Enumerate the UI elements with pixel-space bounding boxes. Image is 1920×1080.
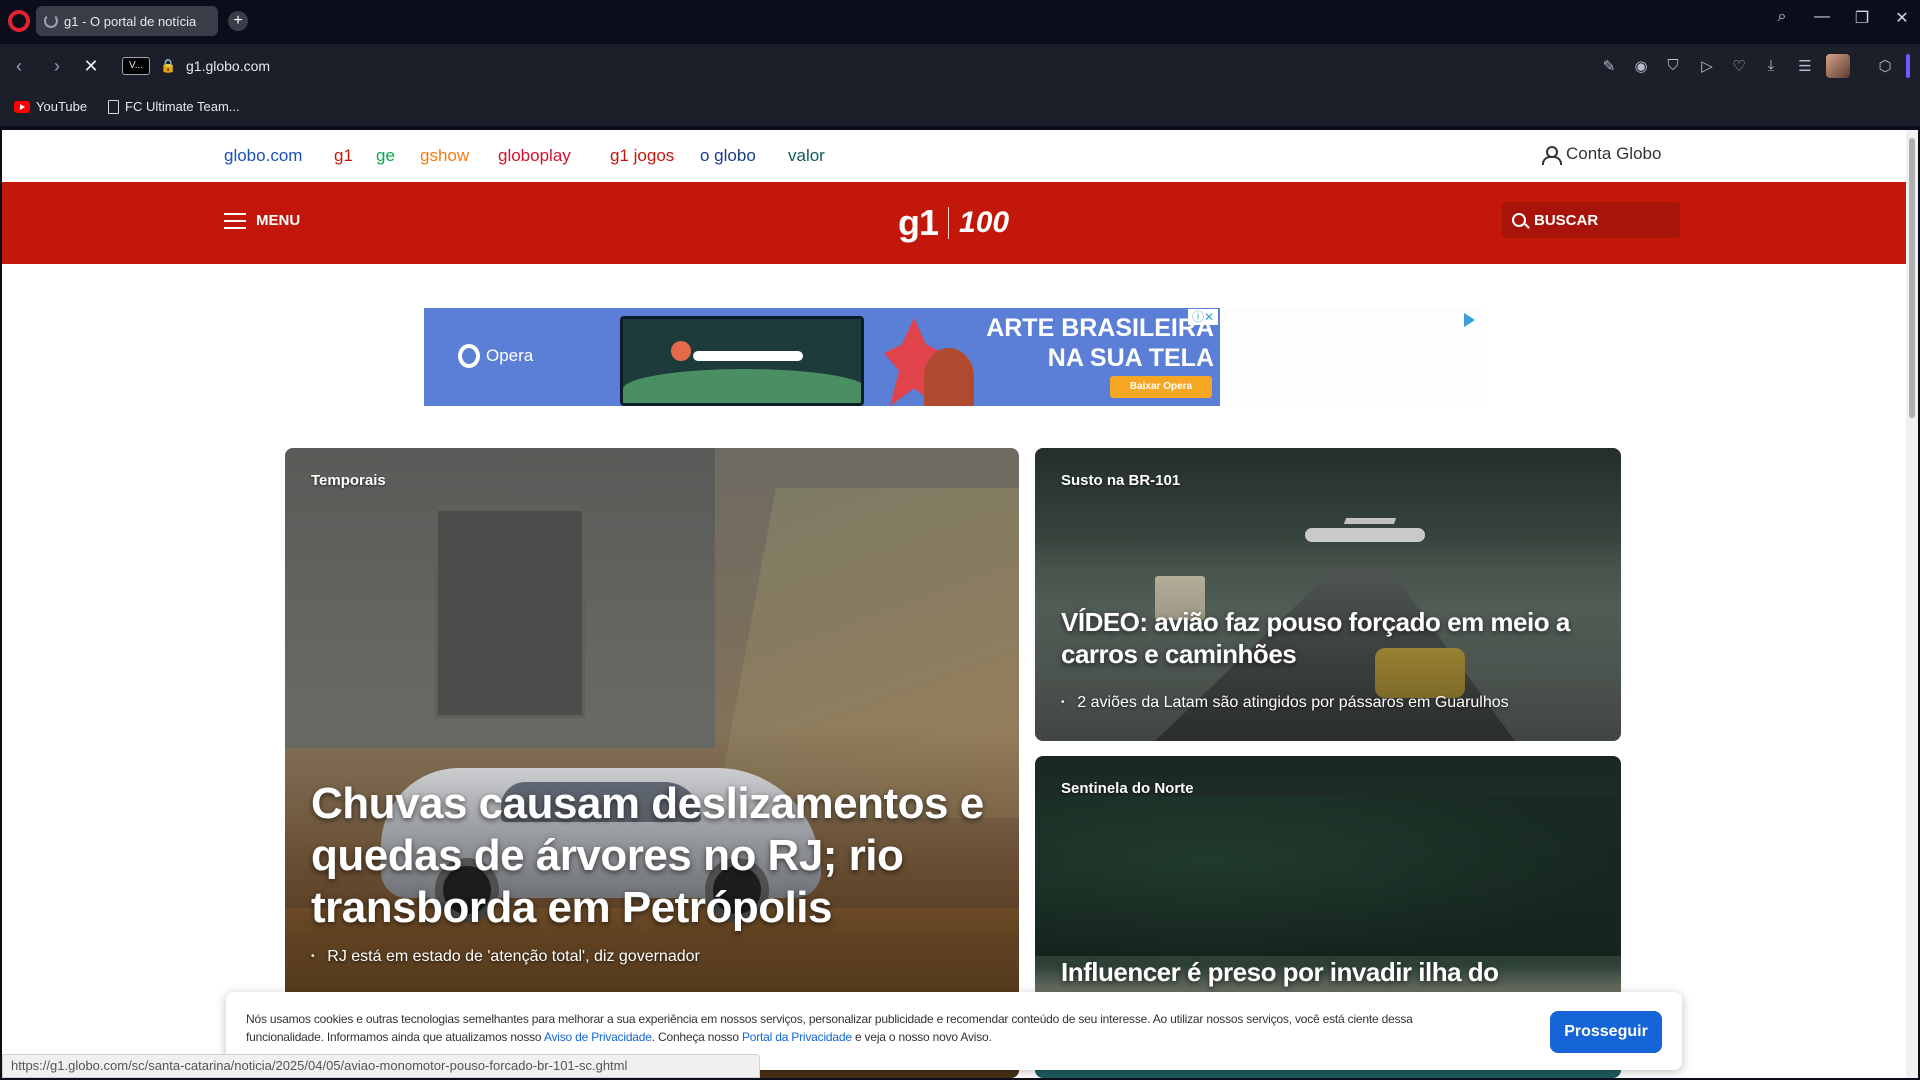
download-icon[interactable]: ⤓	[1760, 57, 1782, 74]
story-related[interactable]: 2 aviões da Latam são atingidos por páss…	[1061, 694, 1508, 712]
privacy-portal-link[interactable]: Portal da Privacidade	[742, 1030, 852, 1044]
extensions-cube-icon[interactable]: ⬡	[1874, 57, 1896, 75]
opera-logo-icon[interactable]	[8, 10, 30, 32]
nav-link-globoplay[interactable]: globoplay	[498, 146, 571, 166]
bookmark-label: FC Ultimate Team...	[125, 99, 240, 114]
minimize-button[interactable]: —	[1808, 8, 1836, 26]
nav-link-o-globo[interactable]: o globo	[700, 146, 756, 166]
back-button[interactable]: ‹	[8, 56, 30, 77]
ad-headline-line2: NA SUA TELA	[1047, 344, 1214, 372]
menu-label: MENU	[256, 212, 301, 229]
address-bar: ‹ › ✕ V... 🔒 g1.globo.com ✎ ◉ ⛉ ▷ ♡ ⤓ ☰ …	[0, 44, 1920, 88]
g1-header: MENU g1 100 BUSCAR	[2, 182, 1906, 264]
nav-link-gshow[interactable]: gshow	[420, 146, 469, 166]
opera-o-icon	[458, 344, 480, 368]
ad-sun-shape	[671, 341, 691, 361]
loading-spinner-icon	[44, 14, 58, 28]
tab-bar: g1 - O portal de notícia + ⌕ — ❐ ✕	[0, 0, 1920, 44]
story-label: Sentinela do Norte	[1061, 780, 1194, 797]
g1-wordmark: g1	[898, 202, 939, 243]
site-badge[interactable]: V...	[122, 57, 150, 75]
forward-button[interactable]: ›	[46, 56, 68, 77]
story-headline[interactable]: VÍDEO: avião faz pouso forçado em meio a…	[1061, 606, 1601, 670]
sidebar-indicator	[1906, 54, 1910, 78]
hamburger-icon	[224, 212, 246, 229]
search-tabs-icon[interactable]: ⌕	[1768, 8, 1796, 26]
page-viewport: globo.com g1 ge gshow globoplay g1 jogos…	[2, 130, 1906, 1078]
story-related[interactable]: RJ está em estado de 'atenção total', di…	[311, 948, 700, 966]
adchoices-play-icon[interactable]	[1464, 313, 1475, 327]
story-headline[interactable]: Chuvas causam deslizamentos e quedas de …	[311, 778, 1011, 934]
cookie-text-3: e veja o nosso novo Aviso.	[851, 1030, 992, 1044]
ad-headline: ARTE BRASILEIRA NA SUA TELA	[964, 313, 1214, 373]
ad-browser-screenshot	[620, 316, 864, 406]
search-label: BUSCAR	[1534, 211, 1599, 229]
cookie-text-2: . Conheça nosso	[651, 1030, 742, 1044]
url-field[interactable]: g1.globo.com	[186, 58, 270, 74]
ad-hills-shape	[623, 369, 861, 403]
scrollbar-thumb[interactable]	[1909, 138, 1915, 418]
ad-headline-line1: ARTE BRASILEIRA	[986, 314, 1214, 342]
cookie-text: Nós usamos cookies e outras tecnologias …	[246, 1010, 1466, 1046]
story-label: Susto na BR-101	[1061, 472, 1181, 489]
ad-blank-area	[1220, 308, 1482, 406]
100-anos-badge: 100	[959, 206, 1010, 239]
new-tab-button[interactable]: +	[228, 11, 248, 31]
tab-title: g1 - O portal de notícia	[64, 13, 197, 29]
camera-icon[interactable]: ◉	[1630, 57, 1652, 75]
adchoices-close-icon[interactable]: ⓘ✕	[1188, 309, 1218, 325]
link-status-bar: https://g1.globo.com/sc/santa-catarina/n…	[2, 1054, 760, 1078]
shield-icon[interactable]: ⛉	[1662, 57, 1684, 74]
restore-button[interactable]: ❐	[1848, 8, 1876, 28]
menu-button[interactable]: MENU	[224, 212, 300, 229]
nav-link-valor[interactable]: valor	[788, 146, 825, 166]
proceed-button[interactable]: Prosseguir	[1550, 1011, 1662, 1053]
user-icon	[1542, 145, 1562, 165]
story-label: Temporais	[311, 472, 386, 489]
story-headline[interactable]: Influencer é preso por invadir ilha do	[1061, 956, 1601, 988]
globo-top-nav: globo.com g1 ge gshow globoplay g1 jogos…	[2, 130, 1906, 182]
tab-g1[interactable]: g1 - O portal de notícia	[36, 6, 218, 36]
logo-divider	[948, 207, 950, 239]
ad-searchbar-shape	[693, 351, 803, 361]
story-card-main[interactable]: Temporais Chuvas causam deslizamentos e …	[285, 448, 1019, 1078]
nav-link-g1[interactable]: g1	[334, 146, 353, 166]
nav-link-ge[interactable]: ge	[376, 146, 395, 166]
menu-lines-icon[interactable]: ☰	[1794, 57, 1816, 75]
lock-icon[interactable]: 🔒	[160, 58, 176, 74]
account-label: Conta Globo	[1566, 144, 1662, 163]
youtube-icon	[14, 100, 30, 113]
story-card-br101[interactable]: Susto na BR-101 VÍDEO: avião faz pouso f…	[1035, 448, 1621, 741]
privacy-notice-link[interactable]: Aviso de Privacidade	[544, 1030, 652, 1044]
ad-opera-logo: Opera	[458, 344, 533, 368]
profile-avatar[interactable]	[1826, 54, 1850, 78]
photo-door	[435, 508, 585, 718]
search-button[interactable]: BUSCAR	[1502, 202, 1680, 238]
bookmark-youtube[interactable]: YouTube	[14, 99, 87, 114]
bookmarks-bar: YouTube FC Ultimate Team...	[0, 88, 1920, 126]
close-window-button[interactable]: ✕	[1888, 8, 1916, 28]
play-icon[interactable]: ▷	[1696, 57, 1718, 75]
search-icon	[1512, 213, 1526, 227]
bookmark-fc-ultimate-team[interactable]: FC Ultimate Team...	[108, 99, 240, 114]
stop-loading-button[interactable]: ✕	[80, 56, 102, 77]
edit-icon[interactable]: ✎	[1598, 57, 1620, 75]
document-icon	[108, 99, 119, 114]
account-link[interactable]: Conta Globo	[1542, 144, 1662, 165]
heart-icon[interactable]: ♡	[1728, 57, 1750, 75]
page-scrollbar[interactable]	[1906, 130, 1918, 1078]
ad-brand: Opera	[486, 346, 534, 365]
g1-logo[interactable]: g1 100	[898, 202, 1009, 244]
nav-link-g1-jogos[interactable]: g1 jogos	[610, 146, 674, 166]
bookmark-label: YouTube	[36, 99, 88, 114]
nav-link-globo-com[interactable]: globo.com	[224, 146, 302, 166]
ad-cta-button[interactable]: Baixar Opera	[1110, 376, 1212, 398]
opera-ad-banner[interactable]: Opera ARTE BRASILEIRA NA SUA TELA Baixar…	[424, 308, 1220, 406]
